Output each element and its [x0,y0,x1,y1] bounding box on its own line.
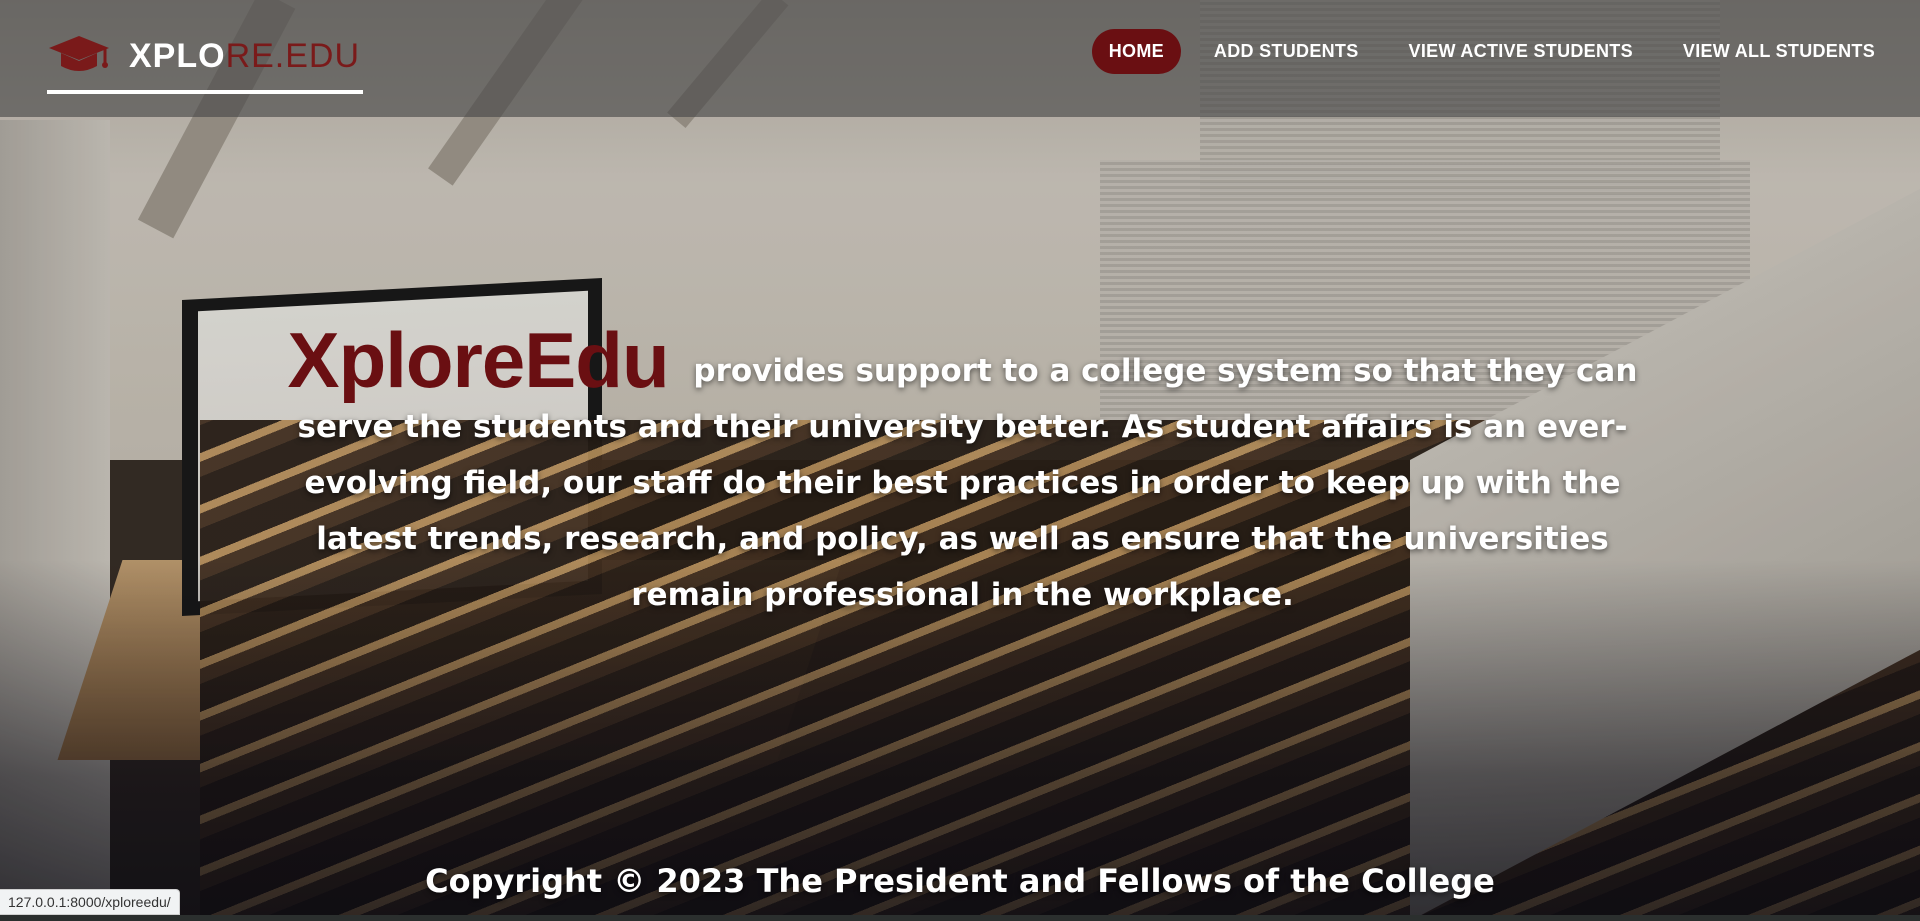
brand-name-red: RE.EDU [225,37,361,75]
hero-description: XploreEdu provides support to a college … [265,321,1660,623]
bottom-strip [0,915,1920,921]
brand-logo[interactable]: XPLORE.EDU [47,30,363,94]
hero-brand-name: XploreEdu [287,316,670,404]
nav-view-active-students[interactable]: VIEW ACTIVE STUDENTS [1392,29,1650,74]
nav-home[interactable]: HOME [1091,29,1181,74]
main-nav: HOME ADD STUDENTS VIEW ACTIVE STUDENTS V… [1091,29,1892,74]
status-bar-url: 127.0.0.1:8000/xploreedu/ [0,889,180,915]
nav-view-all-students[interactable]: VIEW ALL STUDENTS [1666,29,1892,74]
graduation-cap-icon [49,36,109,71]
brand-name: XPLORE.EDU [129,36,360,76]
brand-name-white: XPLO [129,37,226,75]
nav-add-students[interactable]: ADD STUDENTS [1197,29,1376,74]
footer-copyright: Copyright © 2023 The President and Fello… [425,862,1495,900]
top-navbar: XPLORE.EDU HOME ADD STUDENTS VIEW ACTIVE… [0,0,1920,117]
